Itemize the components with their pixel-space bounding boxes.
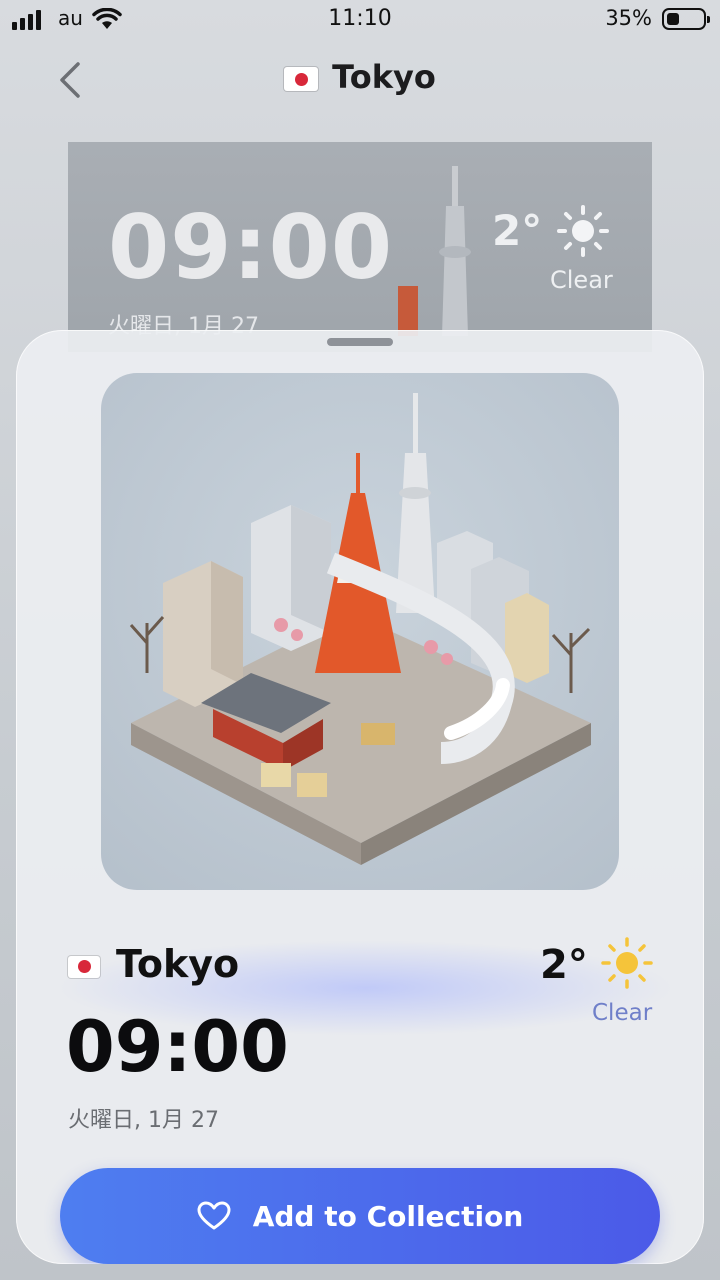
japan-flag-icon — [284, 67, 319, 91]
japan-flag-icon — [68, 955, 100, 978]
preview-time: 09:00 — [108, 196, 394, 299]
local-time: 09:00 — [66, 1006, 289, 1088]
local-date: 火曜日, 1月 27 — [68, 1108, 219, 1133]
detail-sheet: Tokyo 2° Clear 09:00 火曜日, 1月 27 Add to C… — [16, 330, 704, 1264]
battery-fill — [667, 13, 679, 25]
sun-icon — [557, 205, 609, 257]
weather-condition: Clear — [592, 1000, 653, 1026]
heart-icon — [197, 1201, 231, 1230]
preview-condition: Clear — [550, 266, 613, 294]
page-title-text: Tokyo — [332, 58, 436, 96]
widget-preview: 09:00 2° Clear 火曜日, 1月 27 — [68, 142, 652, 352]
sheet-grabber[interactable] — [327, 338, 393, 346]
status-bar: au 11:10 35% — [0, 0, 720, 40]
preview-temperature: 2° — [492, 206, 543, 255]
add-to-collection-label: Add to Collection — [252, 1199, 524, 1233]
tokyo-diorama-image — [101, 373, 619, 890]
sun-icon — [601, 937, 653, 989]
page-title: Tokyo — [0, 58, 720, 96]
city-name: Tokyo — [68, 942, 239, 986]
battery-icon — [662, 8, 710, 30]
temperature: 2° — [540, 942, 588, 988]
battery-percent: 35% — [605, 6, 652, 30]
city-name-text: Tokyo — [116, 942, 240, 986]
add-to-collection-button[interactable]: Add to Collection — [60, 1168, 660, 1264]
